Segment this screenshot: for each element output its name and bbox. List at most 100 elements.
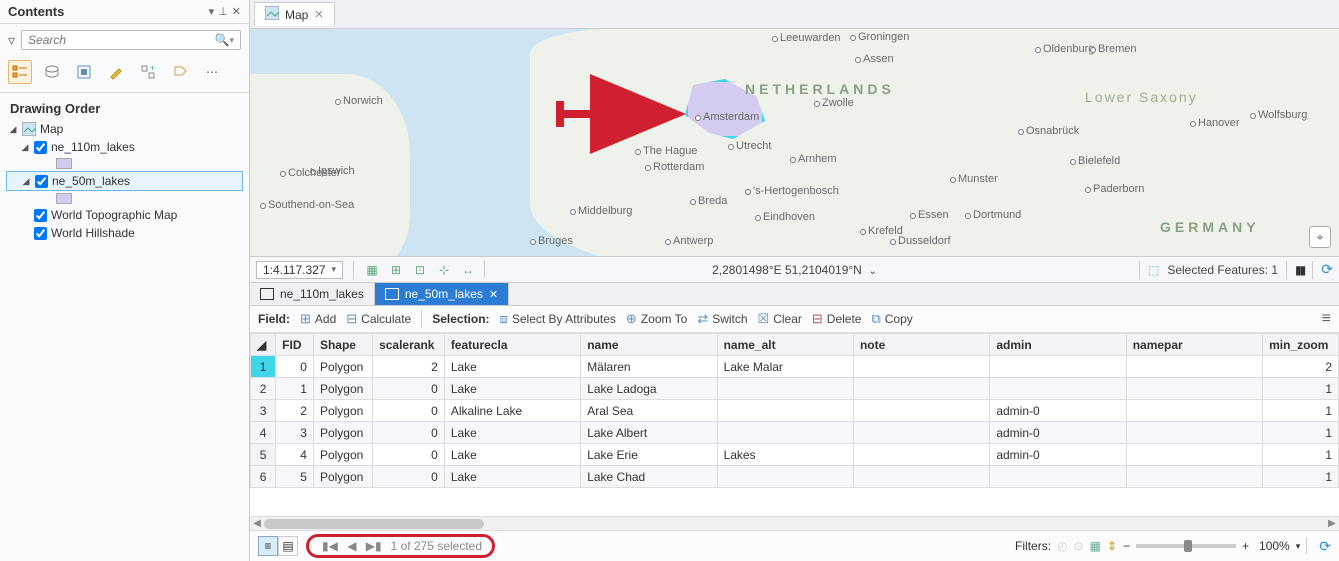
- list-by-labeling-button[interactable]: [168, 60, 192, 84]
- dropdown-icon[interactable]: ▾: [209, 5, 215, 18]
- map-tab[interactable]: Map ✕: [254, 2, 335, 26]
- layer-row[interactable]: World Topographic Map: [6, 206, 243, 224]
- city-label: Dusseldorf: [898, 235, 951, 247]
- show-all-button[interactable]: ≡: [258, 536, 278, 556]
- layer-checkbox[interactable]: [34, 141, 47, 154]
- column-header[interactable]: min_zoom: [1263, 334, 1339, 356]
- selection-count: 1 of 275 selected: [391, 539, 482, 553]
- close-icon[interactable]: ✕: [489, 288, 498, 301]
- horizontal-scrollbar[interactable]: ◀ ▶: [250, 516, 1339, 530]
- row-number[interactable]: 1: [251, 356, 276, 378]
- table-row[interactable]: 43Polygon0LakeLake Albertadmin-01: [251, 422, 1339, 444]
- city-dot: [860, 229, 866, 235]
- row-number[interactable]: 3: [251, 400, 276, 422]
- refresh-icon[interactable]: ⟳: [1321, 261, 1333, 278]
- table-row[interactable]: 65Polygon0LakeLake Chad1: [251, 466, 1339, 488]
- filter-icon[interactable]: ▿: [8, 32, 15, 49]
- row-number[interactable]: 2: [251, 378, 276, 400]
- search-box[interactable]: 🔍 ▾: [21, 30, 241, 50]
- pause-icon[interactable]: ▮▮: [1295, 263, 1304, 277]
- show-selected-button[interactable]: ▤: [278, 536, 298, 556]
- table-row[interactable]: 32Polygon0Alkaline LakeAral Seaadmin-01: [251, 400, 1339, 422]
- column-header[interactable]: featurecla: [444, 334, 580, 356]
- search-dropdown-icon[interactable]: ▾: [229, 35, 234, 46]
- expand-icon[interactable]: ◢: [20, 142, 30, 153]
- tree-map-node[interactable]: ◢ Map: [6, 120, 243, 138]
- row-number[interactable]: 5: [251, 444, 276, 466]
- column-header[interactable]: note: [853, 334, 989, 356]
- map-view[interactable]: LeeuwardenGroningenAssenOldenburgBremenZ…: [250, 29, 1339, 257]
- list-by-editing-button[interactable]: [104, 60, 128, 84]
- correction-button[interactable]: ↔: [458, 260, 478, 280]
- zoom-in-button[interactable]: +: [1242, 539, 1249, 553]
- add-field-button[interactable]: ⊞Add: [300, 311, 336, 327]
- prev-record-button[interactable]: ◀: [344, 539, 359, 553]
- list-by-drawing-order-button[interactable]: [8, 60, 32, 84]
- filter-extent-icon[interactable]: ▦: [1090, 539, 1101, 553]
- expand-icon[interactable]: ◢: [21, 176, 31, 187]
- attribute-tab[interactable]: ne_50m_lakes✕: [375, 283, 509, 305]
- zoom-slider[interactable]: [1136, 544, 1236, 548]
- refresh-icon[interactable]: ⟳: [1319, 538, 1331, 555]
- table-row[interactable]: 54Polygon0LakeLake ErieLakesadmin-01: [251, 444, 1339, 466]
- list-by-source-button[interactable]: [40, 60, 64, 84]
- delete-button[interactable]: ⊟Delete: [812, 311, 862, 327]
- chevron-down-icon[interactable]: ▾: [332, 264, 337, 275]
- zoom-out-button[interactable]: −: [1123, 539, 1130, 553]
- column-header[interactable]: Shape: [313, 334, 372, 356]
- pin-icon[interactable]: ⊥: [218, 5, 228, 18]
- more-icon[interactable]: ⋯: [200, 60, 224, 84]
- next-record-button[interactable]: ▶▮: [363, 539, 385, 553]
- scale-input[interactable]: 1:4.117.327 ▾: [256, 261, 343, 279]
- row-number[interactable]: 6: [251, 466, 276, 488]
- column-header[interactable]: namepar: [1126, 334, 1262, 356]
- column-header[interactable]: scalerank: [373, 334, 445, 356]
- layer-checkbox[interactable]: [35, 175, 48, 188]
- column-header[interactable]: name_alt: [717, 334, 853, 356]
- calculate-button[interactable]: ⊟Calculate: [346, 311, 411, 327]
- select-all-corner[interactable]: ◢: [251, 334, 276, 356]
- filter-time-icon[interactable]: ◴: [1057, 539, 1067, 553]
- zoom-to-button[interactable]: ⊕Zoom To: [626, 311, 687, 327]
- switch-button[interactable]: ⇄Switch: [697, 311, 747, 327]
- column-header[interactable]: FID: [276, 334, 314, 356]
- dynamic-constraints-button[interactable]: ⊹: [434, 260, 454, 280]
- scrollbar-thumb[interactable]: [264, 519, 484, 529]
- pause-drawing-button[interactable]: ▦: [362, 260, 382, 280]
- navigator-icon[interactable]: ⌖: [1309, 226, 1331, 248]
- list-by-selection-button[interactable]: [72, 60, 96, 84]
- close-icon[interactable]: ✕: [314, 8, 323, 21]
- row-number[interactable]: 4: [251, 422, 276, 444]
- list-by-snapping-button[interactable]: +: [136, 60, 160, 84]
- first-record-button[interactable]: ▮◀: [319, 539, 341, 553]
- table-menu-icon[interactable]: ≡: [1322, 310, 1331, 328]
- layer-row[interactable]: World Hillshade: [6, 224, 243, 242]
- search-icon[interactable]: 🔍: [215, 33, 230, 47]
- search-input[interactable]: [28, 33, 214, 47]
- clear-button[interactable]: ☒Clear: [758, 311, 802, 327]
- city-label: Breda: [698, 195, 727, 207]
- column-header[interactable]: name: [581, 334, 717, 356]
- scroll-left-icon[interactable]: ◀: [250, 517, 264, 531]
- snap-grid-button[interactable]: ⊞: [386, 260, 406, 280]
- select-by-attributes-button[interactable]: ⧈Select By Attributes: [500, 311, 616, 327]
- layer-checkbox[interactable]: [34, 227, 47, 240]
- column-header[interactable]: admin: [990, 334, 1126, 356]
- layer-row[interactable]: ◢ne_50m_lakes: [6, 171, 243, 191]
- scroll-right-icon[interactable]: ▶: [1325, 517, 1339, 531]
- layer-checkbox[interactable]: [34, 209, 47, 222]
- filter-range-icon[interactable]: ⊙: [1074, 539, 1084, 553]
- chevron-down-icon[interactable]: ⌄: [869, 266, 877, 277]
- filter-sort-icon[interactable]: ⇕: [1107, 539, 1117, 553]
- table-row[interactable]: 10Polygon2LakeMälarenLake Malar2: [251, 356, 1339, 378]
- close-icon[interactable]: ✕: [232, 5, 241, 18]
- attribute-grid[interactable]: ◢FIDShapescalerankfeatureclanamename_alt…: [250, 333, 1339, 516]
- attribute-tab[interactable]: ne_110m_lakes: [250, 283, 375, 305]
- expand-icon[interactable]: ◢: [8, 124, 18, 135]
- layer-row[interactable]: ◢ne_110m_lakes: [6, 138, 243, 156]
- grid-button[interactable]: ⊡: [410, 260, 430, 280]
- copy-button[interactable]: ⧉Copy: [871, 311, 912, 327]
- city-dot: [1250, 113, 1256, 119]
- table-row[interactable]: 21Polygon0LakeLake Ladoga1: [251, 378, 1339, 400]
- chevron-down-icon[interactable]: ▾: [1296, 541, 1301, 552]
